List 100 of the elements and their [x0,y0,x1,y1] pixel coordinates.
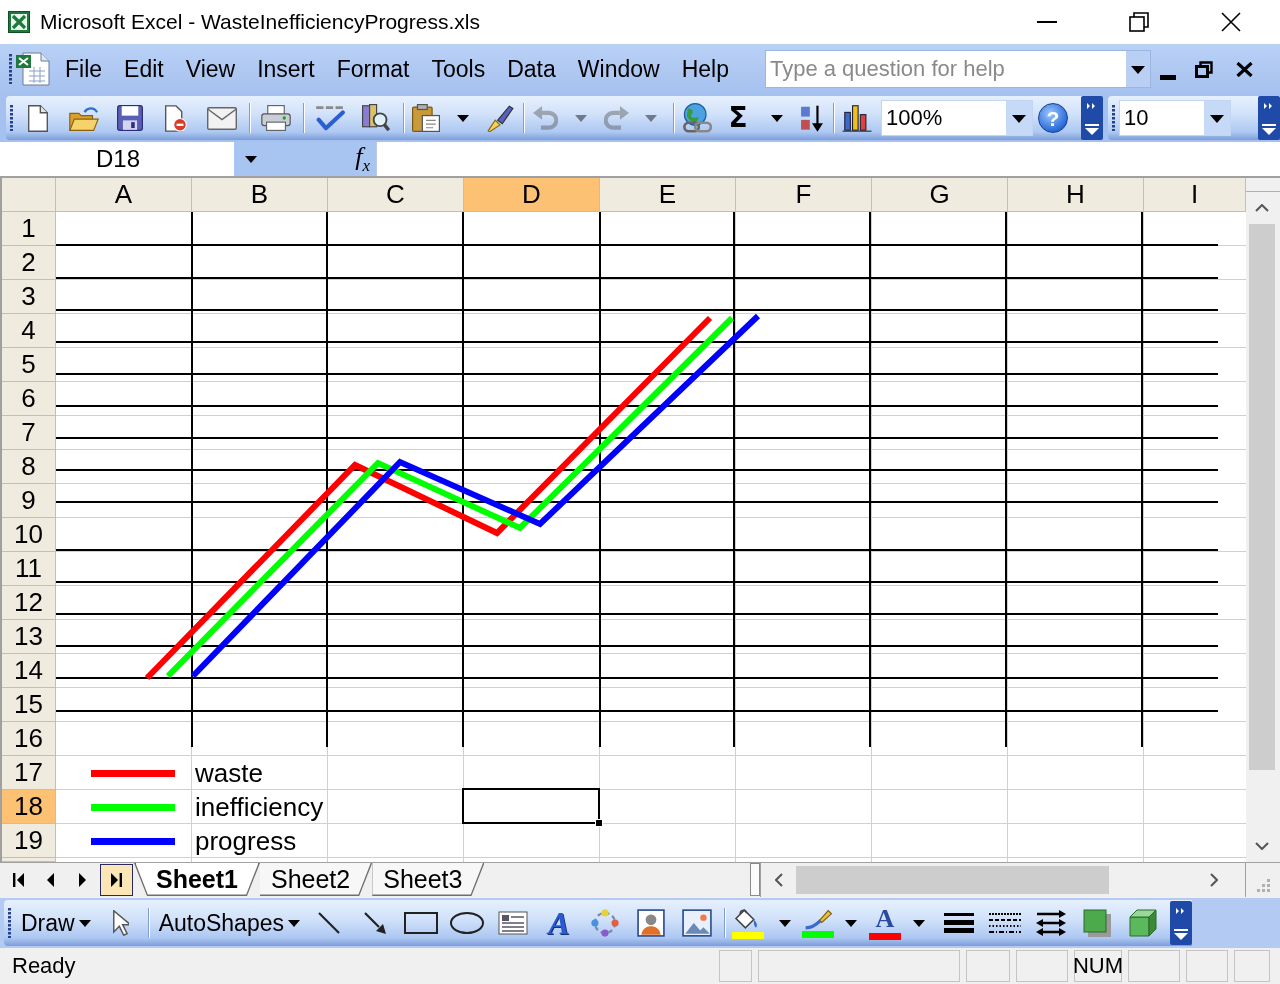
column-header[interactable]: I [1144,178,1246,212]
row-header[interactable]: 4 [2,314,56,348]
caret-icon[interactable] [913,919,925,927]
pen-icon[interactable] [803,908,833,930]
checkmark-icon[interactable] [315,105,345,131]
restore-icon[interactable] [1129,12,1149,32]
row-header[interactable]: 10 [2,518,56,552]
row-header[interactable]: 14 [2,654,56,688]
toolbar-options-icon[interactable] [1258,96,1280,140]
spreadsheet-document-icon[interactable] [15,51,51,87]
sheet-tab[interactable]: Sheet3 [372,863,485,896]
globe-link-icon[interactable] [682,103,712,133]
column-header[interactable]: F [736,178,872,212]
column-header[interactable]: H [1008,178,1144,212]
menu-item[interactable]: File [54,50,114,88]
drag-handle-icon[interactable] [1112,104,1115,132]
dashed-lines-icon[interactable] [989,913,1021,933]
menu-item[interactable]: View [174,50,247,88]
printer-icon[interactable] [261,105,291,131]
zoom-combo[interactable]: 100% [881,100,1033,136]
column-header[interactable]: D [464,178,600,212]
bar-chart-icon[interactable] [842,104,872,132]
close-icon[interactable] [1235,61,1253,77]
row-header[interactable]: 9 [2,484,56,518]
line-weight-icon[interactable] [944,913,974,933]
menu-item[interactable]: Data [496,50,567,88]
text-box-icon[interactable] [498,911,528,935]
skip-to-start-icon[interactable] [12,873,24,887]
menu-item[interactable]: Tools [420,50,497,88]
menu-item[interactable]: Help [670,50,740,88]
row-header[interactable]: 12 [2,586,56,620]
row-header[interactable]: 18 [2,790,56,824]
menu-item[interactable]: Edit [113,50,175,88]
column-header[interactable]: E [600,178,736,212]
menu-item[interactable]: Window [566,50,671,88]
double-arrows-icon[interactable] [1035,909,1067,937]
row-header[interactable]: 13 [2,620,56,654]
row-header[interactable]: 2 [2,246,56,280]
page-stop-icon[interactable] [165,104,187,132]
chevron-up-icon[interactable] [1255,204,1269,212]
row-header[interactable]: 8 [2,450,56,484]
menu-button[interactable]: AutoShapes [152,905,306,941]
caret-icon[interactable] [845,919,857,927]
help-search-field[interactable]: Type a question for help [764,50,1151,88]
shadow-square-icon[interactable] [1083,909,1111,937]
drag-handle-icon[interactable] [9,53,12,85]
sheet-tab[interactable]: Sheet1 [134,863,260,896]
cell-grid[interactable] [56,212,1246,862]
drag-handle-icon[interactable] [8,907,11,939]
sort-icon[interactable] [800,104,824,132]
row-header[interactable]: 1 [2,212,56,246]
toolbar-options-icon[interactable] [1170,901,1192,945]
minimize-icon[interactable] [1159,74,1176,80]
book-magnifier-icon[interactable] [362,104,390,132]
oval-icon[interactable] [450,912,484,934]
row-header[interactable]: 19 [2,824,56,858]
menu-item[interactable]: Insert [246,50,326,88]
menu-item[interactable]: Format [325,50,421,88]
folder-icon[interactable] [69,105,99,131]
blank-page-icon[interactable] [28,104,48,132]
caret-icon[interactable] [1125,51,1150,87]
font-color-button[interactable]: A [875,906,895,932]
column-header[interactable]: G [872,178,1008,212]
tab-split-handle[interactable] [750,863,760,896]
paintbrush-icon[interactable] [486,104,514,132]
fill-handle-icon[interactable] [595,819,603,827]
drag-handle-icon[interactable] [10,104,13,132]
clipboard-icon[interactable] [412,104,440,132]
cursor-icon[interactable] [112,910,129,936]
landscape-picture-icon[interactable] [682,909,712,937]
row-header[interactable]: 17 [2,756,56,790]
restore-icon[interactable] [1194,60,1213,78]
column-header[interactable]: A [56,178,192,212]
row-header[interactable]: 11 [2,552,56,586]
caret-icon[interactable] [779,919,791,927]
sheet-tab[interactable]: Sheet2 [260,863,373,896]
row-header[interactable]: 5 [2,348,56,382]
insert-function-button[interactable]: f$_{x}$ [353,141,372,177]
column-header[interactable]: C [328,178,464,212]
wordart-button[interactable]: A [548,907,570,939]
caret-icon[interactable] [1006,101,1032,135]
caret-icon[interactable] [457,114,469,122]
row-header[interactable]: 16 [2,722,56,756]
row-header[interactable]: 6 [2,382,56,416]
cycle-diagram-icon[interactable] [591,909,619,937]
autosum-button[interactable]: Σ [728,104,748,132]
line-icon[interactable] [318,912,340,934]
caret-right-icon[interactable] [76,873,88,887]
caret-icon[interactable] [245,155,257,163]
scrollbar-thumb[interactable] [796,866,1109,894]
row-header[interactable]: 15 [2,688,56,722]
portrait-icon[interactable] [637,909,665,937]
cube-icon[interactable] [1129,909,1157,937]
row-header[interactable]: 3 [2,280,56,314]
toolbar-options-icon[interactable] [1081,96,1103,140]
scrollbar-thumb[interactable] [1249,224,1275,770]
close-icon[interactable] [1221,12,1241,32]
chevron-left-icon[interactable] [774,873,783,887]
chevron-down-icon[interactable] [1255,842,1269,850]
arrow-icon[interactable] [364,912,386,934]
